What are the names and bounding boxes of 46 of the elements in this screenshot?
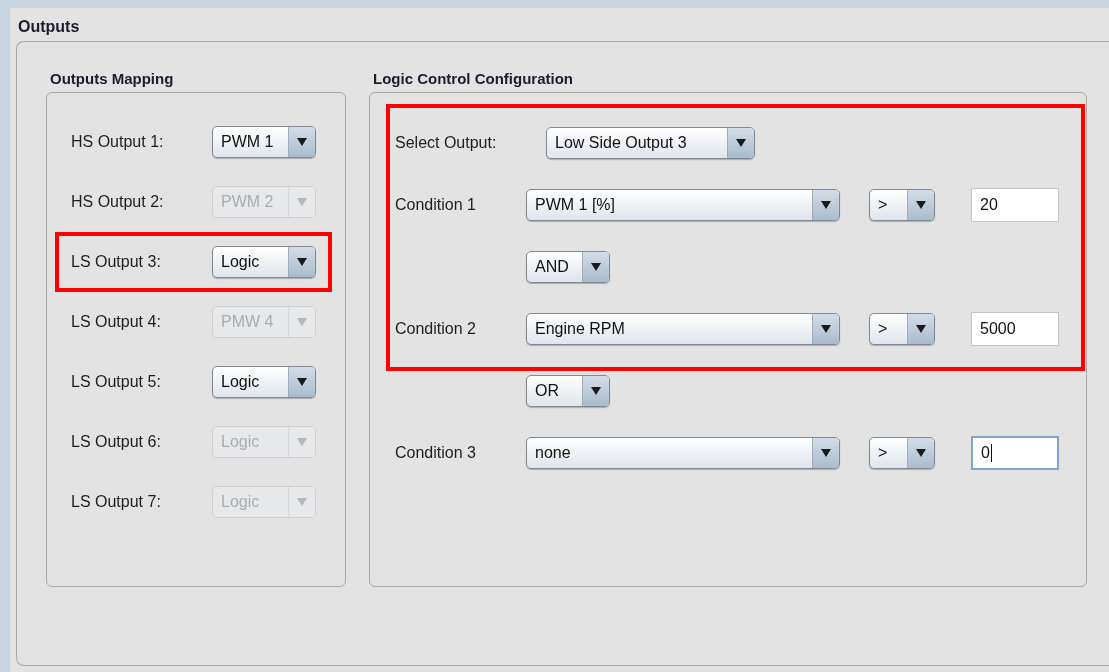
output-label: LS Output 6: <box>71 433 162 451</box>
dropdown-arrow-icon <box>821 200 831 210</box>
signal-dropdown[interactable]: none <box>526 437 840 469</box>
panel-title: Outputs <box>18 18 81 36</box>
dropdown-arrow-icon <box>297 257 307 267</box>
field-label: Select Output: <box>395 134 498 152</box>
group-title: Logic Control Configuration <box>373 70 574 88</box>
dropdown-arrow-icon <box>297 437 307 447</box>
dropdown-arrow-icon <box>736 138 746 148</box>
dropdown-arrow-icon <box>297 137 307 147</box>
operator-dropdown[interactable]: > <box>869 313 935 345</box>
output-label: HS Output 1: <box>71 133 165 151</box>
signal-dropdown[interactable]: PWM 1 [%] <box>526 189 840 221</box>
dropdown-arrow-icon <box>297 377 307 387</box>
joiner-dropdown[interactable]: OR <box>526 375 610 407</box>
field-label: Condition 3 <box>395 444 477 462</box>
group-title: Outputs Mapping <box>50 70 175 88</box>
operator-dropdown[interactable]: > <box>869 189 935 221</box>
text-caret <box>990 444 992 462</box>
dropdown-arrow-icon <box>821 448 831 458</box>
output-label: HS Output 2: <box>71 193 165 211</box>
dropdown-arrow-icon <box>297 197 307 207</box>
dropdown-arrow-icon <box>591 262 601 272</box>
threshold-field[interactable]: 5000 <box>971 312 1059 346</box>
output-label: LS Output 7: <box>71 493 162 511</box>
dropdown-arrow-icon <box>821 324 831 334</box>
dropdown-arrow-icon <box>591 386 601 396</box>
mapping-dropdown[interactable]: Logic <box>212 366 316 398</box>
threshold-field[interactable]: 20 <box>971 188 1059 222</box>
joiner-dropdown[interactable]: AND <box>526 251 610 283</box>
dropdown-arrow-icon <box>916 324 926 334</box>
mapping-dropdown[interactable]: Logic <box>212 246 316 278</box>
threshold-field[interactable]: 0 <box>971 436 1059 470</box>
dropdown-arrow-icon <box>916 448 926 458</box>
field-label: Condition 2 <box>395 320 477 338</box>
signal-dropdown[interactable]: Engine RPM <box>526 313 840 345</box>
output-label: LS Output 4: <box>71 313 162 331</box>
dropdown-arrow-icon <box>297 497 307 507</box>
output-label: LS Output 5: <box>71 373 162 391</box>
output-label: LS Output 3: <box>71 253 162 271</box>
output-dropdown[interactable]: Low Side Output 3 <box>546 127 755 159</box>
operator-dropdown[interactable]: > <box>869 437 935 469</box>
field-label: Condition 1 <box>395 196 477 214</box>
dropdown-arrow-icon <box>297 317 307 327</box>
dropdown-arrow-icon <box>916 200 926 210</box>
mapping-dropdown[interactable]: PWM 1 <box>212 126 316 158</box>
